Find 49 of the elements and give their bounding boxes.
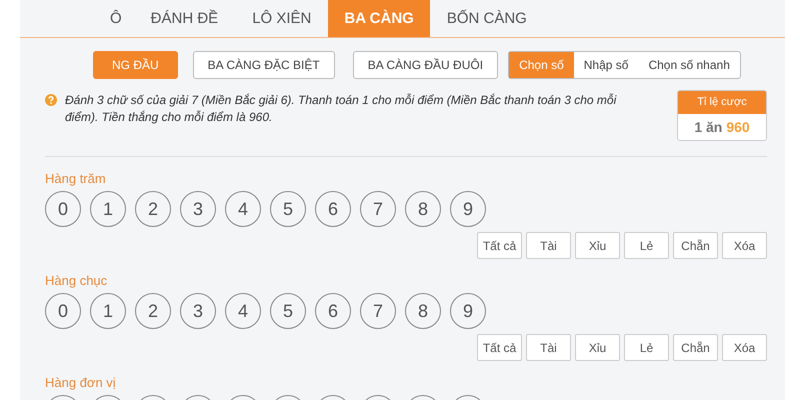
row-label: Hàng chục bbox=[45, 273, 108, 288]
quick-select-button[interactable]: Tài bbox=[526, 232, 571, 259]
quick-select-button[interactable]: Xóa bbox=[722, 232, 767, 259]
question-icon bbox=[45, 94, 57, 106]
number-ball[interactable]: 7 bbox=[360, 191, 396, 227]
number-ball[interactable]: 9 bbox=[450, 293, 486, 329]
quick-select-button[interactable]: Xỉu bbox=[575, 232, 620, 259]
quick-select-button[interactable]: Tất cả bbox=[477, 232, 522, 259]
number-ball[interactable]: 2 bbox=[135, 191, 171, 227]
quick-select-button[interactable]: Tài bbox=[526, 334, 571, 361]
tab[interactable]: Ô bbox=[95, 0, 134, 37]
number-ball[interactable]: 6 bbox=[315, 293, 351, 329]
row-label: Hàng đơn vị bbox=[45, 375, 117, 390]
mode-option[interactable]: Nhập số bbox=[574, 52, 638, 78]
number-ball[interactable]: 0 bbox=[45, 191, 81, 227]
quick-select-button[interactable]: Xóa bbox=[722, 334, 767, 361]
number-ball[interactable]: 6 bbox=[315, 191, 351, 227]
odds-title: Tỉ lệ cược bbox=[678, 91, 766, 114]
bet-type-button[interactable]: BA CÀNG ĐẶC BIỆT bbox=[192, 51, 335, 79]
number-ball[interactable]: 2 bbox=[135, 293, 171, 329]
quick-select-button[interactable]: Chẵn bbox=[673, 334, 718, 361]
number-ball[interactable]: 1 bbox=[90, 191, 126, 227]
quick-select-button[interactable]: Xỉu bbox=[575, 334, 620, 361]
quick-select-button[interactable]: Lẻ bbox=[624, 232, 669, 259]
number-ball[interactable]: 8 bbox=[405, 191, 441, 227]
number-ball[interactable]: 1 bbox=[90, 293, 126, 329]
mode-switch[interactable]: Chọn số Nhập số Chọn số nhanh bbox=[508, 51, 741, 79]
number-ball[interactable]: 3 bbox=[180, 293, 216, 329]
number-ball[interactable]: 4 bbox=[225, 293, 261, 329]
tab[interactable]: LÔ XIÊN bbox=[235, 0, 328, 37]
number-ball[interactable]: 8 bbox=[405, 293, 441, 329]
number-ball[interactable]: 9 bbox=[450, 191, 486, 227]
odds-value: 960 bbox=[726, 119, 750, 135]
number-ball[interactable]: 4 bbox=[225, 191, 261, 227]
number-ball[interactable]: 5 bbox=[270, 191, 306, 227]
number-ball[interactable]: 5 bbox=[270, 293, 306, 329]
row-label: Hàng trăm bbox=[45, 171, 107, 186]
quick-select-button[interactable]: Chẵn bbox=[673, 232, 718, 259]
tab[interactable]: ĐÁNH ĐỀ bbox=[134, 0, 236, 37]
tab[interactable]: BỐN CÀNG bbox=[430, 0, 544, 37]
odds-prefix: 1 ăn bbox=[694, 119, 722, 135]
number-ball[interactable]: 3 bbox=[180, 191, 216, 227]
description-text: Đánh 3 chữ số của giải 7 (Miền Bắc giải 6). Thanh toán 1 cho mỗi điểm (Miền Bắc thanh toán 3 cho mỗi điểm). Tiền thắng cho mỗi điểm là 960. bbox=[65, 92, 618, 126]
quick-select-button[interactable]: Tất cả bbox=[477, 334, 522, 361]
mode-option[interactable]: Chọn số nhanh bbox=[638, 52, 740, 78]
bet-type-button[interactable]: BA CÀNG ĐẦU ĐUÔI bbox=[352, 51, 498, 79]
quick-select-button[interactable]: Lẻ bbox=[624, 334, 669, 361]
number-ball[interactable]: 0 bbox=[45, 293, 81, 329]
number-ball[interactable]: 7 bbox=[360, 293, 396, 329]
